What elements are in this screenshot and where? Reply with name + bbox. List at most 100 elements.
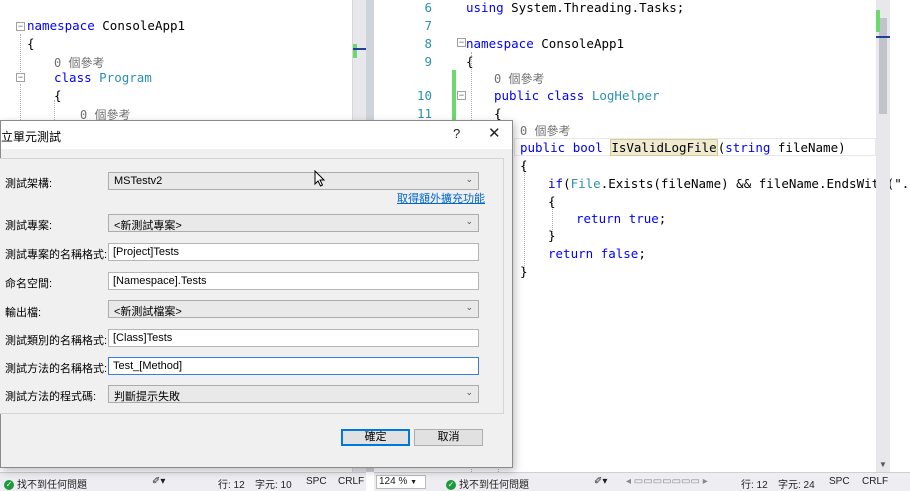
collapse-namespace-icon[interactable]: − xyxy=(457,38,466,47)
indent-guide xyxy=(20,34,21,74)
code-token: { xyxy=(520,158,528,173)
code-line[interactable]: public bool IsValidLogFile(string fileNa… xyxy=(520,139,846,156)
indent-guide xyxy=(20,84,21,124)
dialog-title-bar[interactable]: 立單元測試 ? ✕ xyxy=(1,121,512,149)
line-number: 8 xyxy=(424,36,432,51)
code-token: { xyxy=(27,36,35,51)
chevron-down-icon: ⌄ xyxy=(465,302,473,312)
help-icon[interactable]: ? xyxy=(453,126,460,141)
cancel-button[interactable]: 取消 xyxy=(414,429,483,446)
code-line[interactable]: using System.Threading.Tasks; xyxy=(466,0,684,15)
code-line[interactable]: namespace ConsoleApp1 xyxy=(466,36,624,51)
spc-indicator[interactable]: SPC xyxy=(829,476,850,487)
project-name-format-label: 測試專案的名稱格式: xyxy=(5,249,108,261)
right-vertical-scrollbar[interactable]: ▼ xyxy=(876,0,890,472)
indent-guide xyxy=(524,162,525,272)
git-icon[interactable]: ✐▾ xyxy=(152,476,165,487)
code-token: ( xyxy=(563,176,571,191)
issues-status[interactable]: ✓ 找不到任何問題 xyxy=(446,476,529,491)
code-token: ; xyxy=(658,211,667,226)
ok-button[interactable]: 確定 xyxy=(341,429,410,446)
code-line[interactable]: } xyxy=(520,264,528,279)
code-token: } xyxy=(520,264,528,279)
code-line[interactable]: public class LogHelper xyxy=(494,88,660,103)
class-name-format-label: 測試類別的名稱格式: xyxy=(5,335,108,347)
method-code-select[interactable]: 判斷提示失敗 ⌄ xyxy=(108,385,479,403)
output-file-label: 輸出檔: xyxy=(5,307,42,319)
zoom-dropdown[interactable]: 124 % ▼ xyxy=(376,475,426,489)
code-line[interactable]: { xyxy=(27,36,35,51)
code-line[interactable]: 0 個參考 xyxy=(494,70,544,87)
code-line[interactable]: { xyxy=(520,158,528,173)
namespace-input[interactable]: [Namespace].Tests xyxy=(108,272,479,290)
code-line[interactable]: namespace ConsoleApp1 xyxy=(27,18,185,33)
line-number: 11 xyxy=(416,106,432,121)
code-token: IsValidLogFile xyxy=(610,139,718,156)
code-line[interactable]: } xyxy=(548,228,556,243)
chevron-down-icon: ⌄ xyxy=(465,387,473,397)
code-token: 0 個參考 xyxy=(494,72,545,86)
right-status-bar: 124 % ▼ ✓ 找不到任何問題 ✐▾ ◂ ▭▭▭▭▭▭▭ ▸ 行: 12 字元… xyxy=(374,472,910,491)
chevron-down-icon: ⌄ xyxy=(465,174,473,184)
get-extensions-link[interactable]: 取得額外擴充功能 xyxy=(397,190,485,206)
project-name-format-input[interactable]: [Project]Tests xyxy=(108,243,479,261)
crlf-indicator[interactable]: CRLF xyxy=(338,476,364,487)
code-token: { xyxy=(494,106,502,121)
code-token: File xyxy=(570,176,601,191)
code-token: false xyxy=(600,246,639,261)
code-line[interactable]: return true; xyxy=(576,211,666,226)
scroll-down-icon[interactable]: ▼ xyxy=(879,460,887,469)
scroll-thumb[interactable] xyxy=(879,18,887,114)
line-number: 7 xyxy=(424,18,432,33)
code-token: { xyxy=(466,54,474,69)
code-line[interactable]: class Program xyxy=(54,70,152,85)
code-line[interactable]: { xyxy=(54,88,62,103)
code-token: { xyxy=(54,88,62,103)
method-name-format-label: 測試方法的名稱格式: xyxy=(5,363,108,375)
method-code-label: 測試方法的程式碼: xyxy=(5,391,97,403)
code-line[interactable]: 0 個參考 xyxy=(520,122,570,139)
framework-select[interactable]: MSTestv2 ⌄ xyxy=(108,172,479,190)
code-token: return xyxy=(576,211,629,226)
class-name-format-input[interactable]: [Class]Tests xyxy=(108,329,479,347)
zoom-value: 124 % xyxy=(379,476,408,487)
collapse-class-icon[interactable]: − xyxy=(16,73,25,82)
code-line[interactable]: { xyxy=(466,54,474,69)
framework-label: 測試架構: xyxy=(5,178,53,190)
create-unit-tests-dialog: 立單元測試 ? ✕ 測試架構: MSTestv2 ⌄ 取得額外擴充功能 測試專案:… xyxy=(0,120,513,468)
left-status-bar: ✓ 找不到任何問題 ✐▾ 行: 12 字元: 10 SPC CRLF xyxy=(0,472,366,491)
collapse-class-icon[interactable]: − xyxy=(457,91,466,100)
code-token: bool xyxy=(572,140,611,155)
close-icon[interactable]: ✕ xyxy=(488,124,501,142)
code-token: class xyxy=(546,88,592,103)
git-icon[interactable]: ✐▾ xyxy=(594,476,607,487)
horizontal-scrollbar[interactable]: ◂ ▭▭▭▭▭▭▭ ▸ xyxy=(626,476,708,487)
collapse-namespace-icon[interactable]: − xyxy=(16,22,25,31)
code-line[interactable]: { xyxy=(548,194,556,209)
crlf-indicator[interactable]: CRLF xyxy=(862,476,888,487)
issues-status[interactable]: ✓ 找不到任何問題 xyxy=(4,476,87,491)
chevron-down-icon: ⌄ xyxy=(465,216,473,226)
project-select[interactable]: <新測試專案> ⌄ xyxy=(108,214,479,232)
code-token: System.Threading.Tasks; xyxy=(511,0,685,15)
code-token: using xyxy=(466,0,512,15)
code-token: fileName) xyxy=(777,140,846,155)
method-name-format-input[interactable]: Test_[Method] xyxy=(108,357,479,375)
namespace-label: 命名空間: xyxy=(5,278,53,290)
code-token: class xyxy=(54,70,100,85)
code-line[interactable]: if(File.Exists(fileName) && fileName.End… xyxy=(548,176,910,191)
check-circle-icon: ✓ xyxy=(4,480,14,491)
code-line[interactable]: 0 個參考 xyxy=(54,54,104,71)
spc-indicator[interactable]: SPC xyxy=(306,476,327,487)
code-token: 0 個參考 xyxy=(54,56,105,70)
code-token: namespace xyxy=(27,18,103,33)
code-token: Program xyxy=(99,70,152,85)
line-number: 6 xyxy=(424,0,432,15)
code-line[interactable]: return false; xyxy=(548,246,646,261)
code-token: string xyxy=(725,140,778,155)
char-indicator: 字元: 10 xyxy=(255,480,292,491)
output-file-select[interactable]: <新測試檔案> ⌄ xyxy=(108,300,479,318)
code-token: ConsoleApp1 xyxy=(541,36,625,51)
change-indicator xyxy=(452,70,456,120)
code-line[interactable]: { xyxy=(494,106,502,121)
